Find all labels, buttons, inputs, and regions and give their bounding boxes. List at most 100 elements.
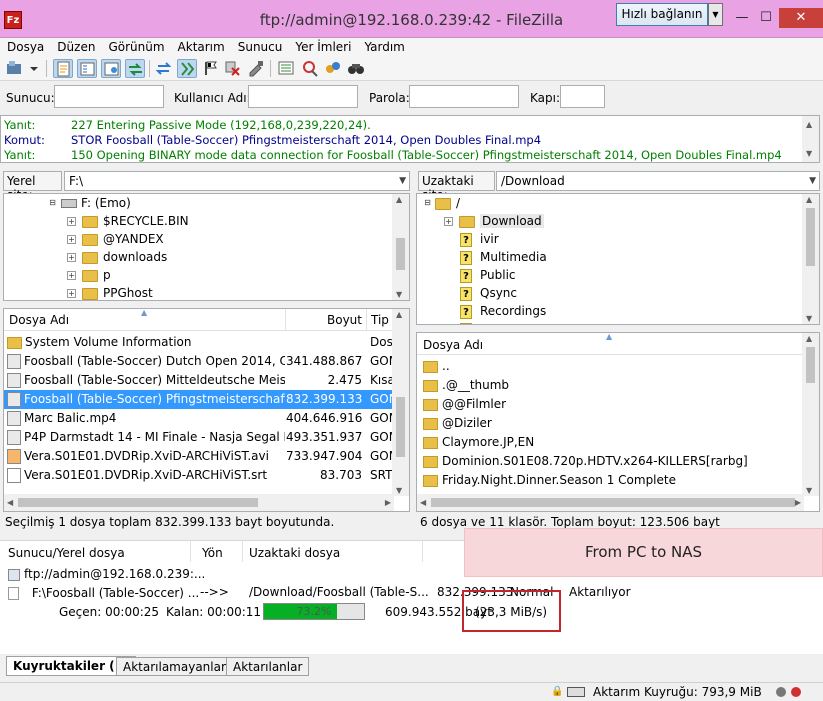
table-row[interactable]: .. bbox=[417, 357, 804, 376]
tree-item-root[interactable]: ⊟ / bbox=[423, 194, 460, 212]
cancel-operation-icon[interactable] bbox=[200, 59, 220, 78]
toggle-queue-icon[interactable] bbox=[125, 59, 145, 78]
menu-yardim[interactable]: Yardım bbox=[357, 38, 410, 54]
tree-item-tr[interactable]: ? TR bbox=[460, 320, 496, 324]
tree-item-download[interactable]: + Download bbox=[444, 212, 544, 230]
table-row[interactable]: @Diziler bbox=[417, 414, 804, 433]
toggle-remote-tree-icon[interactable] bbox=[101, 59, 121, 78]
search-files-icon[interactable] bbox=[346, 59, 366, 78]
remote-list-hscrollbar[interactable]: ◀ ▶ bbox=[417, 494, 804, 511]
collapse-icon[interactable]: ⊟ bbox=[48, 199, 57, 208]
collapse-icon[interactable]: ⊟ bbox=[423, 199, 432, 208]
tree-item-downloads[interactable]: + downloads bbox=[67, 248, 167, 266]
quickconnect-button[interactable]: Hızlı bağlanın bbox=[616, 3, 708, 26]
remote-directory-tree[interactable]: ⊟ / + Download ? ivir ? Multimedia ? Public ?… bbox=[416, 193, 820, 325]
remote-tree-scrollbar[interactable]: ▲ ▼ bbox=[802, 194, 819, 324]
minimize-button[interactable]: — bbox=[730, 8, 754, 28]
port-input[interactable] bbox=[560, 85, 605, 108]
process-queue-icon[interactable] bbox=[177, 59, 197, 78]
queue-column-direction[interactable]: Yön bbox=[202, 546, 223, 560]
toggle-local-tree-icon[interactable] bbox=[77, 59, 97, 78]
tree-item-recordings[interactable]: ? Recordings bbox=[460, 302, 546, 320]
table-row[interactable]: P4P Darmstadt 14 - MI Finale - Nasja Seg… bbox=[4, 428, 394, 447]
folder-icon bbox=[82, 233, 98, 246]
expand-icon[interactable]: + bbox=[67, 289, 76, 298]
site-manager-dropdown-icon[interactable] bbox=[27, 59, 41, 78]
queue-column-local[interactable]: Sunucu/Yerel dosya bbox=[8, 546, 125, 560]
password-input[interactable] bbox=[409, 85, 519, 108]
column-header-name[interactable]: Dosya Adı bbox=[423, 338, 483, 352]
chevron-down-icon[interactable]: ▼ bbox=[399, 176, 406, 186]
tree-item-ppghost[interactable]: + PPGhost bbox=[67, 284, 153, 300]
tree-item-qsync[interactable]: ? Qsync bbox=[460, 284, 517, 302]
compare-directories-icon[interactable] bbox=[300, 59, 320, 78]
reconnect-icon[interactable] bbox=[246, 59, 266, 78]
file-type: SRT bbox=[370, 468, 393, 482]
local-directory-tree[interactable]: ⊟ F: (Emo) + $RECYCLE.BIN + @YANDEX + downlo… bbox=[3, 193, 410, 301]
local-list-vscrollbar[interactable]: ▲ ▼ bbox=[392, 309, 409, 496]
site-manager-icon[interactable] bbox=[5, 59, 25, 78]
menu-gorunum[interactable]: Görünüm bbox=[101, 38, 170, 54]
maximize-button[interactable]: ☐ bbox=[754, 8, 778, 28]
expand-icon[interactable]: + bbox=[67, 271, 76, 280]
tree-item-public[interactable]: ? Public bbox=[460, 266, 516, 284]
directory-listing-filters-icon[interactable] bbox=[276, 59, 296, 78]
local-list-hscrollbar[interactable]: ◀ ▶ bbox=[4, 494, 394, 511]
tab-successful-transfers[interactable]: Aktarılanlar bbox=[226, 657, 310, 676]
transfer-progress-bar: 73.2% bbox=[263, 603, 365, 620]
remote-file-list[interactable]: Dosya Adı ▲ .. .@__thumb @@Filmler @Diziler… bbox=[416, 332, 820, 512]
menu-sunucu[interactable]: Sunucu bbox=[231, 38, 289, 54]
tab-failed-transfers[interactable]: Aktarılamayanlar bbox=[116, 657, 233, 676]
tree-item-yandex[interactable]: + @YANDEX bbox=[67, 230, 164, 248]
local-tree-scrollbar[interactable]: ▲ ▼ bbox=[392, 194, 409, 300]
table-row[interactable]: @@Filmler bbox=[417, 395, 804, 414]
table-row[interactable]: Foosball (Table-Soccer) Mitteldeutsche M… bbox=[4, 371, 394, 390]
menu-duzen[interactable]: Düzen bbox=[50, 38, 101, 54]
table-row[interactable]: Friday.Night.Dinner.Season 1 Complete bbox=[417, 471, 804, 490]
lock-icon: 🔒 bbox=[551, 686, 564, 697]
expand-icon[interactable]: + bbox=[67, 235, 76, 244]
quickconnect-dropdown-icon[interactable]: ▼ bbox=[708, 3, 723, 26]
queue-column-remote[interactable]: Uzaktaki dosya bbox=[249, 546, 340, 560]
message-log[interactable]: Yanıt: 227 Entering Passive Mode (192,168… bbox=[0, 115, 820, 163]
table-row[interactable]: Marc Balic.mp4 404.646.916 GOM bbox=[4, 409, 394, 428]
disconnect-icon[interactable] bbox=[223, 59, 243, 78]
log-scrollbar[interactable]: ▲ ▼ bbox=[802, 116, 819, 162]
menu-dosya[interactable]: Dosya bbox=[0, 38, 50, 54]
local-path-combobox[interactable]: F:\ ▼ bbox=[64, 171, 410, 191]
tree-item-recycle-bin[interactable]: + $RECYCLE.BIN bbox=[67, 212, 189, 230]
table-row[interactable]: Claymore.JP,EN bbox=[417, 433, 804, 452]
table-row[interactable]: System Volume Information Dosy bbox=[4, 333, 394, 352]
tree-item-multimedia[interactable]: ? Multimedia bbox=[460, 248, 547, 266]
table-row[interactable]: Dominion.S01E08.720p.HDTV.x264-KILLERS[r… bbox=[417, 452, 804, 471]
refresh-icon[interactable] bbox=[154, 59, 174, 78]
column-header-type[interactable]: Tip bbox=[371, 313, 389, 327]
table-row[interactable]: Foosball (Table-Soccer) Dutch Open 2014,… bbox=[4, 352, 394, 371]
column-header-size[interactable]: Boyut bbox=[327, 313, 362, 327]
remote-path-combobox[interactable]: /Download ▼ bbox=[496, 171, 820, 191]
local-file-list[interactable]: Dosya Adı ▲ Boyut Tip System Volume Info… bbox=[3, 308, 410, 512]
chevron-down-icon[interactable]: ▼ bbox=[809, 176, 816, 186]
synchronized-browsing-icon[interactable] bbox=[323, 59, 343, 78]
table-row[interactable]: Vera.S01E01.DVDRip.XviD-ARCHiViST.avi 733… bbox=[4, 447, 394, 466]
tree-item-drive[interactable]: ⊟ F: (Emo) bbox=[48, 194, 131, 212]
expand-icon[interactable]: + bbox=[444, 217, 453, 226]
table-row[interactable]: .@__thumb bbox=[417, 376, 804, 395]
video-file-icon bbox=[7, 430, 21, 445]
column-header-name[interactable]: Dosya Adı bbox=[9, 313, 69, 327]
table-row[interactable]: Foosball (Table-Soccer) Pfingstmeistersc… bbox=[4, 390, 394, 409]
file-type: Kısay bbox=[370, 373, 394, 387]
tree-item-p[interactable]: + p bbox=[67, 266, 111, 284]
toggle-log-icon[interactable] bbox=[53, 59, 73, 78]
menu-yer-imleri[interactable]: Yer İmleri bbox=[288, 38, 357, 54]
queue-server-row[interactable]: ftp://admin@192.168.0.239:... bbox=[8, 565, 205, 583]
tree-item-ivir[interactable]: ? ivir bbox=[460, 230, 499, 248]
expand-icon[interactable]: + bbox=[67, 253, 76, 262]
username-input[interactable] bbox=[248, 85, 358, 108]
remote-list-vscrollbar[interactable]: ▲ ▼ bbox=[802, 333, 819, 496]
expand-icon[interactable]: + bbox=[67, 217, 76, 226]
table-row[interactable]: Vera.S01E01.DVDRip.XviD-ARCHiViST.srt 83.… bbox=[4, 466, 394, 485]
menu-aktarim[interactable]: Aktarım bbox=[171, 38, 231, 54]
close-button[interactable]: ✕ bbox=[779, 8, 823, 28]
host-input[interactable] bbox=[54, 85, 164, 108]
